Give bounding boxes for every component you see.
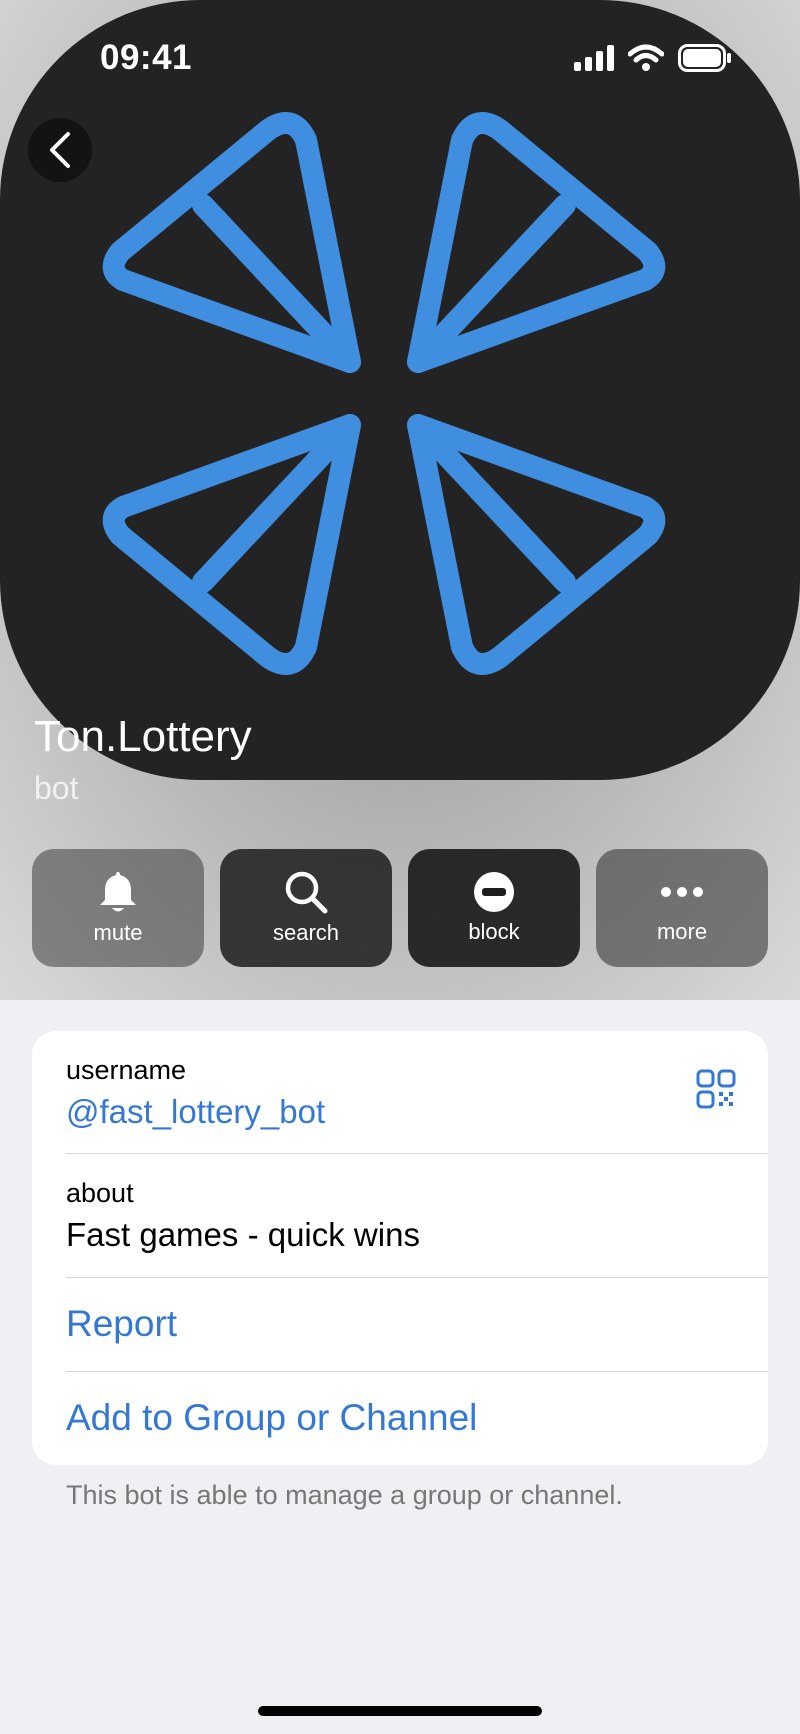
- qr-code-icon[interactable]: [696, 1069, 736, 1109]
- report-button[interactable]: Report: [66, 1303, 177, 1345]
- mute-label: mute: [93, 920, 143, 945]
- status-time: 09:41: [100, 38, 193, 77]
- more-label: more: [656, 919, 708, 944]
- about-label: about: [66, 1178, 134, 1208]
- info-card: username @fast_lottery_bot about Fast ga…: [32, 1031, 768, 1465]
- footer-note: This bot is able to manage a group or ch…: [66, 1480, 623, 1510]
- username-label: username: [66, 1055, 187, 1085]
- signal-icon: [574, 45, 614, 71]
- action-buttons: mute search block more: [32, 849, 768, 967]
- wifi-icon: [628, 44, 664, 71]
- profile-subtitle: bot: [34, 770, 79, 806]
- search-button[interactable]: search: [220, 849, 392, 967]
- search-label: search: [272, 920, 340, 945]
- mute-button[interactable]: mute: [32, 849, 204, 967]
- home-indicator[interactable]: [258, 1706, 542, 1716]
- back-button[interactable]: [28, 118, 92, 182]
- more-icon: [661, 887, 703, 897]
- add-to-group-row[interactable]: Add to Group or Channel: [32, 1372, 768, 1465]
- block-label: block: [468, 919, 520, 944]
- battery-icon: [678, 44, 731, 72]
- block-icon: [474, 872, 514, 912]
- block-button[interactable]: block: [408, 849, 580, 967]
- status-bar: 09:41: [0, 0, 800, 110]
- bell-icon: [100, 872, 136, 912]
- profile-name: Ton.Lottery: [34, 712, 252, 761]
- more-button[interactable]: more: [596, 849, 768, 967]
- profile-header: 09:41 Ton.Lottery bot mute search block …: [0, 0, 800, 1000]
- username-row[interactable]: username @fast_lottery_bot: [32, 1031, 768, 1153]
- about-value: Fast games - quick wins: [66, 1216, 420, 1253]
- chevron-left-icon: [50, 132, 70, 168]
- search-icon: [285, 871, 328, 914]
- about-row: about Fast games - quick wins: [32, 1154, 768, 1277]
- add-to-group-button[interactable]: Add to Group or Channel: [66, 1397, 477, 1439]
- bot-avatar: [0, 0, 800, 780]
- username-value[interactable]: @fast_lottery_bot: [66, 1093, 325, 1131]
- report-row[interactable]: Report: [32, 1278, 768, 1371]
